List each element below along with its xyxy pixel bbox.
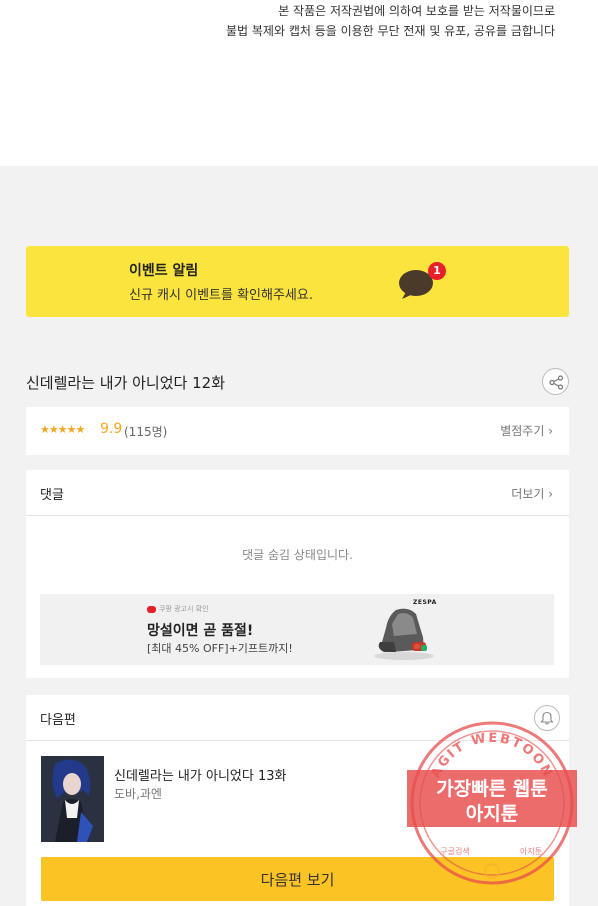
ad-sponsor-text: 쿠팡 광고시 확인 [159,605,209,613]
comment-header-title: 댓글 [40,488,64,503]
comment-card: 댓글 더보기 › 댓글 숨김 상태입니다. 쿠팡 광고시 확인 망설이면 곧 품… [26,470,569,678]
ad-subline: [최대 45% OFF]+기프트까지! [147,642,293,655]
ad-headline: 망설이면 곧 품절! [147,623,254,639]
episode-title: 신데렐라는 내가 아니었다 12화 [26,374,225,392]
event-banner[interactable]: 이벤트 알림 신규 캐시 이벤트를 확인해주세요. 1 [26,246,569,317]
next-episode-header-title: 다음편 [40,713,76,728]
copyright-notice: 본 작품은 저작권법에 의하여 보호를 받는 저작물이므로 불법 복제와 캡처 … [0,0,598,166]
character-art-image [41,756,104,842]
next-episode-header: 다음편 [26,695,569,741]
comments-hidden-message: 댓글 숨김 상태입니다. [242,548,353,562]
rating-stars: ★★★★★ [40,423,85,436]
comment-header: 댓글 더보기 › [26,470,569,516]
next-episode-button[interactable]: 다음편 보기 [41,857,554,901]
copyright-line-1: 본 작품은 저작권법에 의하여 보호를 받는 저작물이므로 [278,4,555,18]
next-episode-card: 다음편 신데렐라는 내가 아니었다 13화 도바,과엔 다음편 보기 [26,695,569,906]
bell-icon [540,711,554,725]
rating-score: 9.9 [100,421,123,437]
rating-count: (115명) [124,425,168,439]
rating-card: ★★★★★ 9.9 (115명) 별점주기 › [26,407,569,455]
next-episode-thumbnail[interactable] [41,756,104,842]
next-episode-title[interactable]: 신데렐라는 내가 아니었다 13화 [114,765,286,784]
rate-link[interactable]: 별점주기 › [500,422,553,439]
copyright-line-2: 불법 복제와 캡처 등을 이용한 무단 전재 및 유포, 공유를 금합니다 [225,24,555,38]
notification-bell-button[interactable] [534,705,560,731]
massage-chair-image [374,608,434,660]
share-icon [549,375,564,390]
event-title: 이벤트 알림 [129,263,199,279]
ad-sponsor-logo [147,605,156,613]
comment-more-link[interactable]: 더보기 › [511,485,553,502]
ad-banner[interactable]: 쿠팡 광고시 확인 망설이면 곧 품절! [최대 45% OFF]+기프트까지!… [40,594,554,665]
event-description: 신규 캐시 이벤트를 확인해주세요. [129,288,313,303]
ad-sponsor-label: 쿠팡 광고시 확인 [147,604,209,614]
event-badge: 1 [428,262,446,280]
share-button[interactable] [542,368,569,395]
next-episode-author: 도바,과엔 [114,787,162,801]
